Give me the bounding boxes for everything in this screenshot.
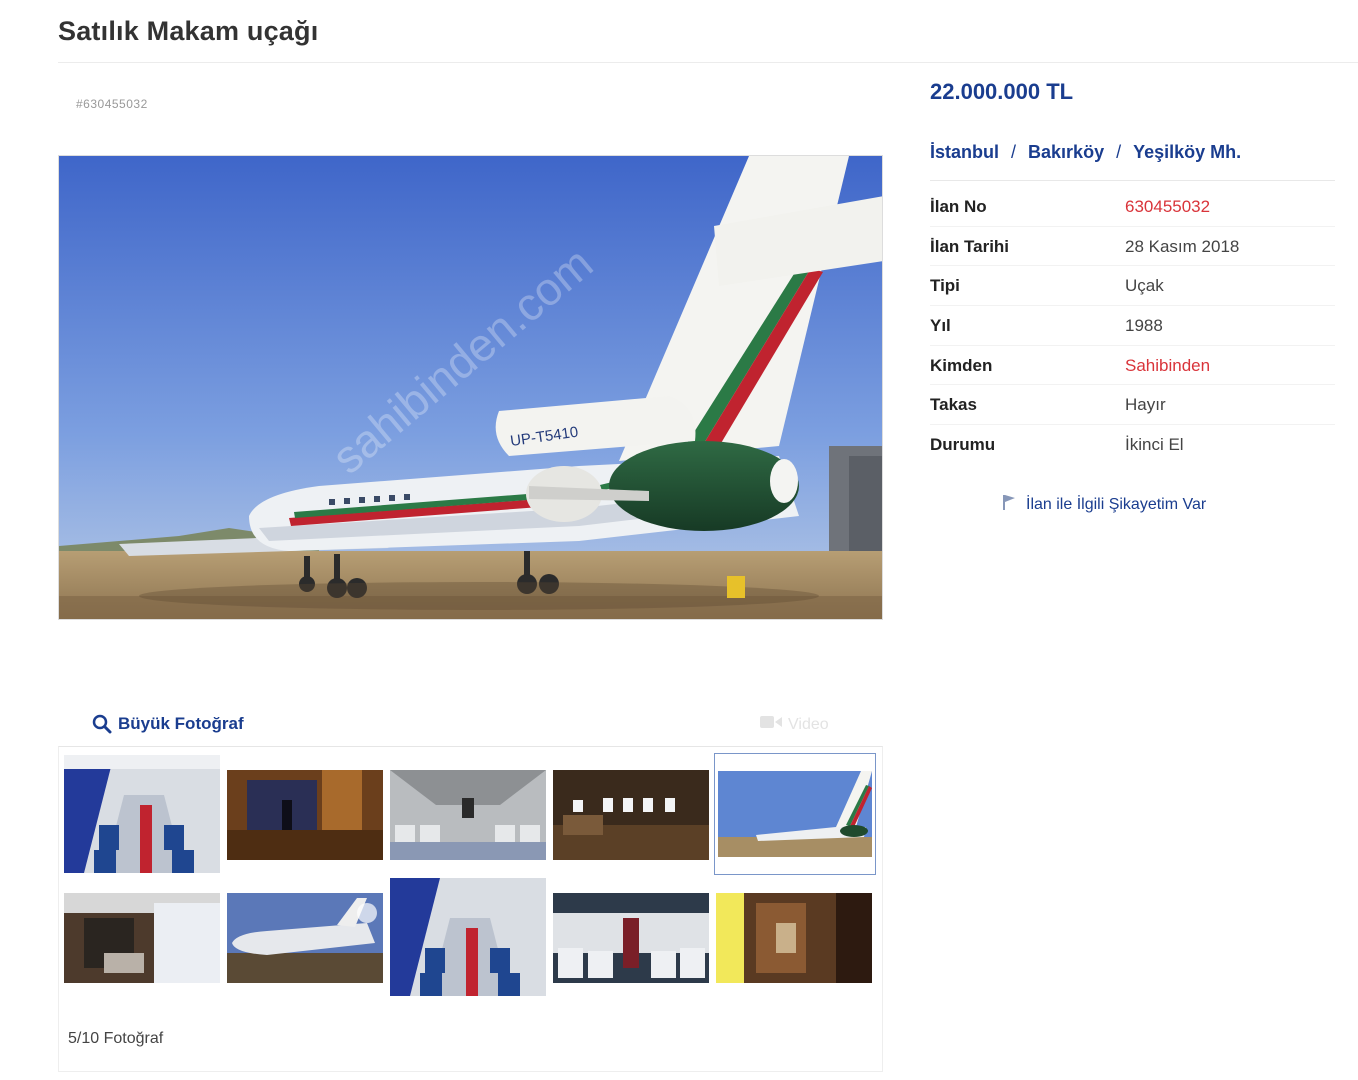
breadcrumb-separator: / — [1011, 142, 1017, 162]
flag-icon — [1002, 494, 1016, 515]
detail-value: 28 Kasım 2018 — [1125, 236, 1240, 256]
report-listing-label: İlan ile İlgili Şikayetim Var — [1026, 495, 1207, 513]
detail-value: Uçak — [1125, 276, 1164, 296]
main-photo[interactable]: UP-T5410 sahibinden.com — [58, 155, 883, 620]
thumbnail-7[interactable] — [227, 893, 383, 983]
location-breadcrumb: İstanbul / Bakırköy / Yeşilköy Mh. — [930, 142, 1241, 163]
detail-row-ilan-no: İlan No 630455032 — [930, 187, 1335, 227]
detail-value: Hayır — [1125, 395, 1166, 415]
detail-value: 1988 — [1125, 316, 1163, 336]
report-listing-link[interactable]: İlan ile İlgili Şikayetim Var — [1002, 494, 1206, 515]
thumbnail-1[interactable] — [64, 755, 220, 873]
detail-key: İlan No — [930, 197, 987, 216]
breadcrumb-separator: / — [1116, 142, 1122, 162]
thumbnail-8[interactable] — [390, 878, 546, 996]
thumbnail-10[interactable] — [716, 893, 872, 983]
detail-key: İlan Tarihi — [930, 236, 1010, 256]
video-camera-icon — [760, 715, 782, 734]
gallery-toolbar: Büyük Fotoğraf Video — [58, 708, 883, 744]
video-button[interactable]: Video — [760, 715, 829, 734]
detail-key: Durumu — [930, 435, 996, 455]
detail-row-takas: Takas Hayır — [930, 385, 1335, 426]
detail-row-yil: Yıl 1988 — [930, 306, 1335, 346]
detail-key: Takas — [930, 395, 977, 415]
location-neighborhood-link[interactable]: Yeşilköy Mh. — [1133, 142, 1241, 163]
detail-value: İkinci El — [1125, 435, 1184, 455]
title-divider — [58, 62, 1358, 63]
detail-key: Yıl — [930, 316, 951, 336]
big-photo-label: Büyük Fotoğraf — [118, 714, 244, 733]
video-label: Video — [788, 715, 829, 733]
thumbnail-2[interactable] — [227, 770, 383, 860]
thumbnail-5-selected[interactable] — [714, 753, 876, 875]
listing-details-table: İlan No 630455032 İlan Tarihi 28 Kasım 2… — [930, 187, 1335, 465]
big-photo-button[interactable]: Büyük Fotoğraf — [92, 714, 244, 734]
detail-row-durumu: Durumu İkinci El — [930, 425, 1335, 465]
location-district-link[interactable]: Bakırköy — [1028, 142, 1104, 163]
location-city-link[interactable]: İstanbul — [930, 142, 999, 163]
thumbnail-9[interactable] — [553, 893, 709, 983]
price: 22.000.000 TL — [930, 79, 1074, 104]
detail-row-kimden: Kimden Sahibinden — [930, 346, 1335, 386]
search-icon — [92, 714, 112, 734]
detail-row-tipi: Tipi Uçak — [930, 266, 1335, 307]
detail-key: Tipi — [930, 276, 960, 296]
info-divider — [930, 180, 1335, 181]
detail-key: Kimden — [930, 355, 993, 375]
listing-id: #630455032 — [76, 97, 148, 111]
thumbnail-6[interactable] — [64, 893, 220, 983]
thumbnail-4[interactable] — [553, 770, 709, 860]
page-title: Satılık Makam uçağı — [58, 16, 319, 46]
detail-value: 630455032 — [1125, 197, 1211, 216]
photo-counter: 5/10 Fotoğraf — [68, 1030, 164, 1047]
detail-row-ilan-tarihi: İlan Tarihi 28 Kasım 2018 — [930, 227, 1335, 267]
detail-value: Sahibinden — [1125, 355, 1211, 375]
thumbnail-3[interactable] — [390, 770, 546, 860]
